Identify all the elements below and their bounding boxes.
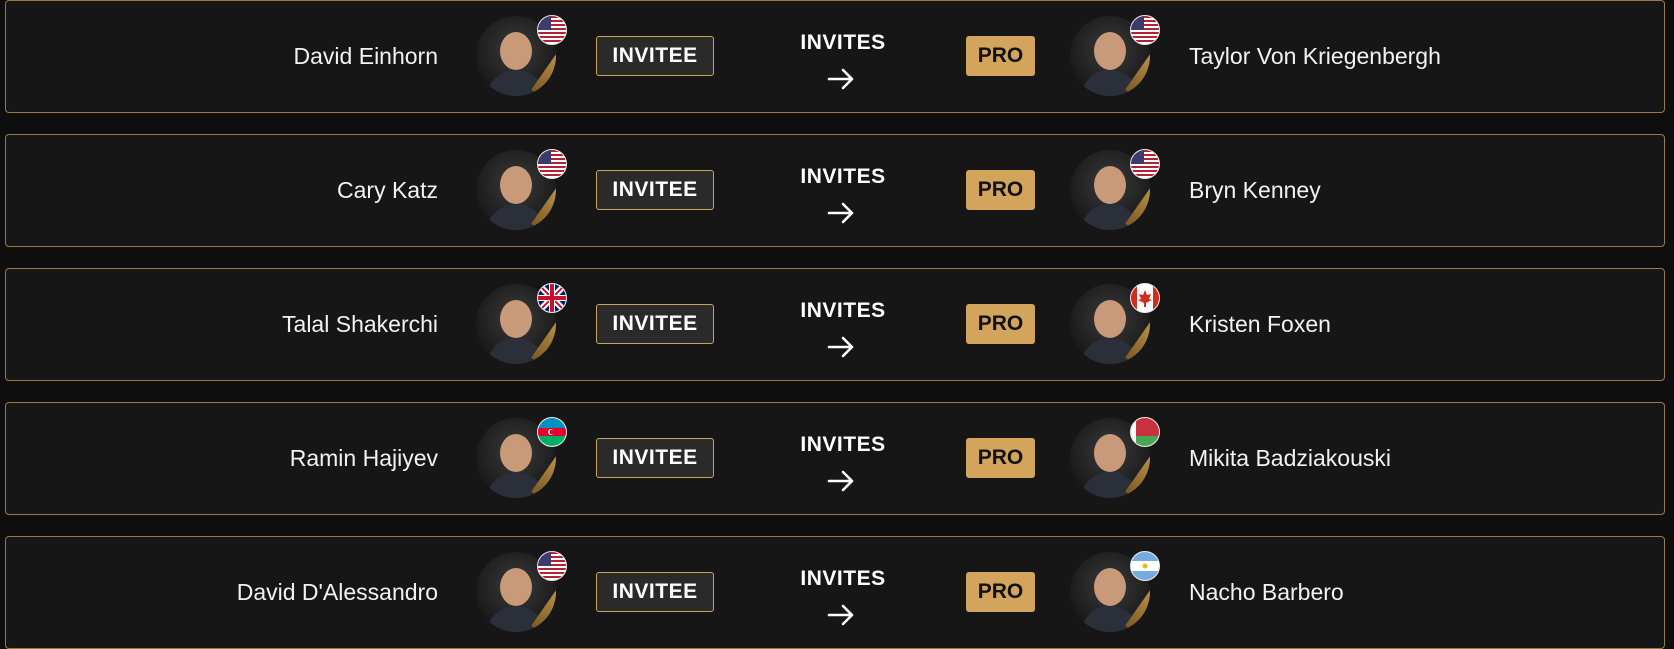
- invitee-badge: INVITEE: [596, 36, 714, 76]
- face-shape: [1094, 300, 1126, 338]
- pro-badge: PRO: [966, 36, 1035, 76]
- arrow-right-icon: [827, 202, 854, 224]
- arrow-right-icon: [827, 336, 854, 358]
- pairing-row: Cary Katz INVITEE INVITES PRO Bryn Kenne…: [5, 134, 1665, 247]
- pro-badge: PRO: [966, 304, 1035, 344]
- flag-icon-by: [1130, 417, 1160, 447]
- shoulders-shape: [486, 606, 546, 632]
- invitee-badge: INVITEE: [596, 304, 714, 344]
- flag-icon-us: [537, 551, 567, 581]
- invitee-badge: INVITEE: [596, 170, 714, 210]
- shoulders-shape: [486, 70, 546, 96]
- flag-icon-us: [537, 15, 567, 45]
- arrow-right-icon: [827, 470, 854, 492]
- invitee-name[interactable]: Cary Katz: [337, 135, 438, 246]
- flag-icon-ca: [1130, 283, 1160, 313]
- pro-name[interactable]: Nacho Barbero: [1189, 537, 1344, 648]
- flag-icon-az: [537, 417, 567, 447]
- invites-label: INVITES: [800, 433, 886, 456]
- shoulders-shape: [486, 338, 546, 364]
- pro-badge: PRO: [966, 170, 1035, 210]
- invites-label: INVITES: [800, 165, 886, 188]
- pairing-row: Ramin Hajiyev INVITEE INVITES PRO Mikita…: [5, 402, 1665, 515]
- invitee-name[interactable]: David Einhorn: [294, 1, 438, 112]
- shoulders-shape: [486, 204, 546, 230]
- face-shape: [1094, 166, 1126, 204]
- face-shape: [500, 434, 532, 472]
- invitee-name[interactable]: Talal Shakerchi: [282, 269, 438, 380]
- flag-icon-us: [1130, 149, 1160, 179]
- shoulders-shape: [1080, 472, 1140, 498]
- invitee-badge: INVITEE: [596, 438, 714, 478]
- shoulders-shape: [486, 472, 546, 498]
- flag-icon-us: [1130, 15, 1160, 45]
- invites-label: INVITES: [800, 31, 886, 54]
- face-shape: [1094, 434, 1126, 472]
- face-shape: [1094, 32, 1126, 70]
- shoulders-shape: [1080, 204, 1140, 230]
- invites-label: INVITES: [800, 299, 886, 322]
- shoulders-shape: [1080, 338, 1140, 364]
- pairing-row: David Einhorn INVITEE INVITES PRO Taylor…: [5, 0, 1665, 113]
- arrow-right-icon: [827, 604, 854, 626]
- face-shape: [500, 166, 532, 204]
- face-shape: [500, 32, 532, 70]
- shoulders-shape: [1080, 70, 1140, 96]
- face-shape: [1094, 568, 1126, 606]
- arrow-right-icon: [827, 68, 854, 90]
- face-shape: [500, 300, 532, 338]
- pro-name[interactable]: Bryn Kenney: [1189, 135, 1321, 246]
- invites-label: INVITES: [800, 567, 886, 590]
- pairing-row: Talal Shakerchi INVITEE INVITES PRO Kris…: [5, 268, 1665, 381]
- flag-icon-uk: [537, 283, 567, 313]
- pro-name[interactable]: Mikita Badziakouski: [1189, 403, 1391, 514]
- player-pairings-list: David Einhorn INVITEE INVITES PRO Taylor…: [0, 0, 1674, 649]
- invitee-name[interactable]: David D'Alessandro: [237, 537, 438, 648]
- invitee-badge: INVITEE: [596, 572, 714, 612]
- pro-badge: PRO: [966, 438, 1035, 478]
- pro-badge: PRO: [966, 572, 1035, 612]
- pro-name[interactable]: Taylor Von Kriegenbergh: [1189, 1, 1441, 112]
- shoulders-shape: [1080, 606, 1140, 632]
- face-shape: [500, 568, 532, 606]
- flag-icon-us: [537, 149, 567, 179]
- pro-name[interactable]: Kristen Foxen: [1189, 269, 1331, 380]
- invitee-name[interactable]: Ramin Hajiyev: [290, 403, 438, 514]
- pairing-row: David D'Alessandro INVITEE INVITES PRO N…: [5, 536, 1665, 649]
- flag-icon-ar: [1130, 551, 1160, 581]
